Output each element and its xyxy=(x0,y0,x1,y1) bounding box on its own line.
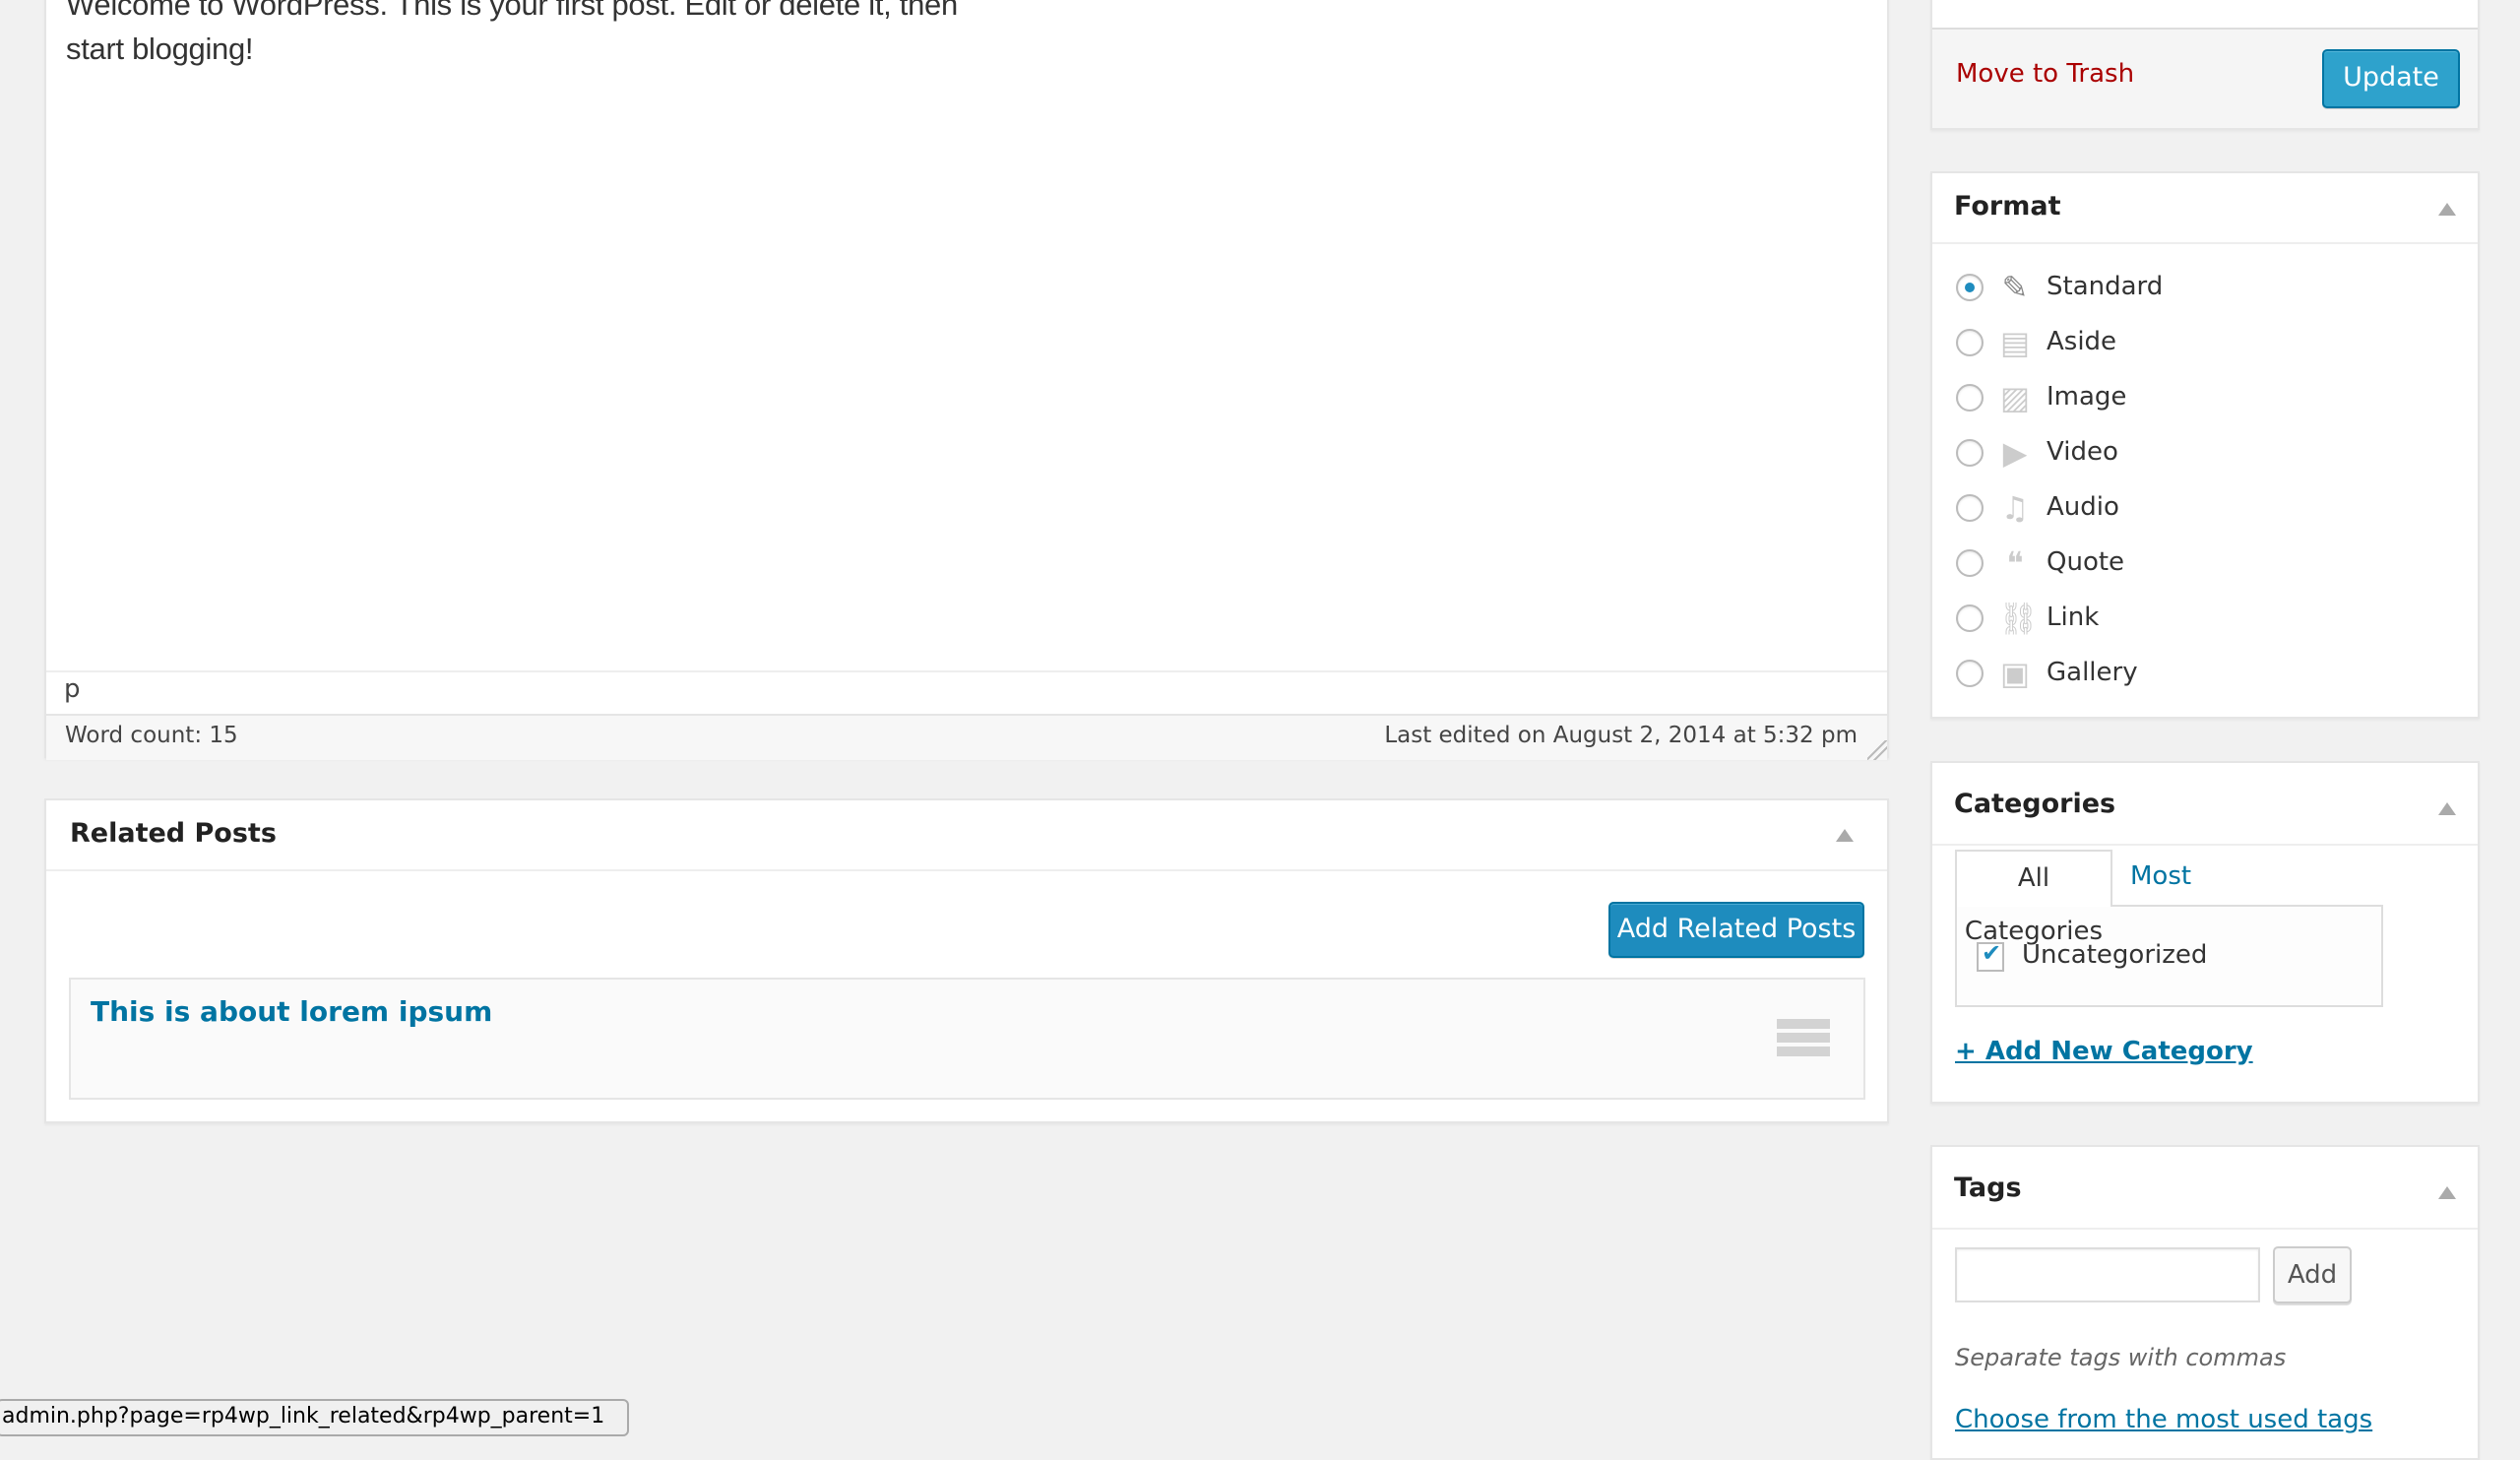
tab-all-categories[interactable]: All Categories xyxy=(1955,850,2112,946)
tag-input[interactable] xyxy=(1955,1247,2260,1302)
collapse-arrow-icon[interactable] xyxy=(2438,802,2456,815)
post-content-line[interactable]: Welcome to WordPress. This is your first… xyxy=(66,0,958,27)
tag-hint: Separate tags with commas xyxy=(1955,1344,2287,1371)
last-edited: Last edited on August 2, 2014 at 5:32 pm xyxy=(1384,723,1858,748)
tags-title: Tags xyxy=(1954,1173,2022,1203)
format-label: Link xyxy=(2047,603,2100,632)
link-icon: ⛓ xyxy=(1998,600,2039,637)
add-new-category-link[interactable]: + Add New Category xyxy=(1955,1037,2253,1066)
format-title: Format xyxy=(1954,191,2061,222)
add-tag-button[interactable]: Add xyxy=(2273,1246,2352,1303)
format-label: Gallery xyxy=(2047,658,2138,687)
related-posts-header[interactable]: Related Posts xyxy=(46,800,1887,871)
collapse-arrow-icon[interactable] xyxy=(2438,203,2456,216)
pushpin-icon: ✎ xyxy=(2001,269,2029,306)
radio-image[interactable] xyxy=(1956,384,1984,412)
categories-box: Categories All Categories Most Used Unca… xyxy=(1930,761,2480,1104)
related-posts-box: Related Posts Add Related Posts This is … xyxy=(44,798,1889,1123)
format-label: Standard xyxy=(2047,272,2164,301)
format-option-audio[interactable]: ♫ Audio xyxy=(1956,482,2428,538)
format-label: Image xyxy=(2047,382,2127,412)
radio-audio[interactable] xyxy=(1956,494,1984,522)
status-bar-url: admin.php?page=rp4wp_link_related&rp4wp_… xyxy=(0,1399,629,1436)
choose-most-used-tags-link[interactable]: Choose from the most used tags xyxy=(1955,1405,2372,1434)
format-options: ✎ Standard ▤ Aside ▨ Image ▶ Video ♫ Aud… xyxy=(1956,262,2428,703)
post-content-line[interactable]: start blogging! xyxy=(66,28,254,71)
tags-box: Tags Add Separate tags with commas Choos… xyxy=(1930,1145,2480,1460)
radio-video[interactable] xyxy=(1956,439,1984,467)
path-element[interactable]: p xyxy=(64,674,81,704)
format-option-link[interactable]: ⛓ Link xyxy=(1956,593,2428,648)
aside-icon: ▤ xyxy=(1999,324,2031,361)
move-to-trash-link[interactable]: Move to Trash xyxy=(1956,59,2134,89)
related-posts-title: Related Posts xyxy=(70,818,277,849)
format-option-video[interactable]: ▶ Video xyxy=(1956,427,2428,482)
format-label: Aside xyxy=(2047,327,2117,356)
related-post-item: This is about lorem ipsum xyxy=(69,978,1865,1100)
audio-icon: ♫ xyxy=(2000,489,2030,527)
drag-handle-icon[interactable] xyxy=(1777,1019,1830,1056)
editor-content-area[interactable]: Welcome to WordPress. This is your first… xyxy=(46,0,1887,670)
collapse-arrow-icon[interactable] xyxy=(2438,1186,2456,1199)
radio-quote[interactable] xyxy=(1956,549,1984,577)
editor-path-bar: p xyxy=(46,670,1887,714)
format-label: Audio xyxy=(2047,492,2119,522)
format-option-standard[interactable]: ✎ Standard xyxy=(1956,262,2428,317)
word-count: Word count: 15 xyxy=(65,723,238,748)
collapse-arrow-icon[interactable] xyxy=(1836,829,1854,842)
add-related-posts-button[interactable]: Add Related Posts xyxy=(1608,902,1864,958)
radio-aside[interactable] xyxy=(1956,329,1984,356)
format-option-quote[interactable]: ❝ Quote xyxy=(1956,538,2428,593)
image-icon: ▨ xyxy=(1999,379,2031,416)
editor-status-bar: Word count: 15 Last edited on August 2, … xyxy=(46,714,1887,760)
related-post-link[interactable]: This is about lorem ipsum xyxy=(91,995,492,1028)
update-button[interactable]: Update xyxy=(2322,49,2460,108)
tab-most-used[interactable]: Most Used xyxy=(2130,850,2194,944)
radio-gallery[interactable] xyxy=(1956,660,1984,687)
quote-icon: ❝ xyxy=(2006,544,2024,582)
format-option-image[interactable]: ▨ Image xyxy=(1956,372,2428,427)
radio-standard[interactable] xyxy=(1956,274,1984,301)
video-icon: ▶ xyxy=(2002,434,2028,472)
format-header[interactable]: Format xyxy=(1932,173,2478,244)
categories-title: Categories xyxy=(1954,789,2116,819)
format-option-gallery[interactable]: ▣ Gallery xyxy=(1956,648,2428,703)
radio-link[interactable] xyxy=(1956,604,1984,632)
format-label: Video xyxy=(2047,437,2118,467)
publish-actions: Move to Trash Update xyxy=(1932,28,2478,128)
tags-header[interactable]: Tags xyxy=(1932,1147,2478,1230)
format-box: Format ✎ Standard ▤ Aside ▨ Image ▶ Vide… xyxy=(1930,171,2480,719)
published-on-row xyxy=(1956,0,2468,2)
post-editor: Welcome to WordPress. This is your first… xyxy=(44,0,1889,760)
format-label: Quote xyxy=(2047,547,2125,577)
gallery-icon: ▣ xyxy=(1999,655,2031,692)
format-option-aside[interactable]: ▤ Aside xyxy=(1956,317,2428,372)
resize-handle-icon[interactable] xyxy=(1867,740,1887,760)
publish-box: Move to Trash Update xyxy=(1930,0,2480,130)
categories-header[interactable]: Categories xyxy=(1932,763,2478,846)
